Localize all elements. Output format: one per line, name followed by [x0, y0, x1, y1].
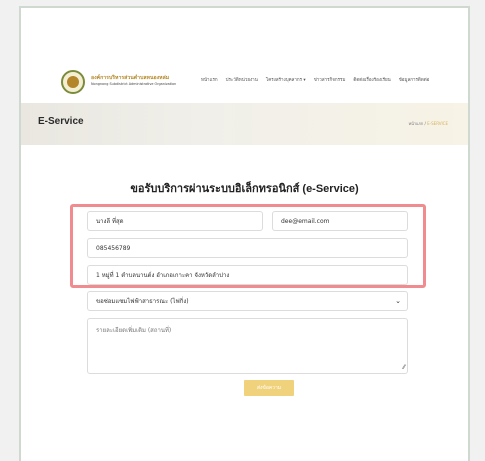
service-select[interactable]: ขอซ่อมแซมไฟฟ้าสาธารณะ (ไฟกิ่ง) ⌄: [87, 291, 408, 311]
nav-item-history[interactable]: ประวัติหน่วยงาน: [226, 76, 258, 83]
highlight-box: [70, 204, 426, 288]
details-placeholder: รายละเอียดเพิ่มเติม (สถานที่): [96, 327, 172, 334]
nav-item-complaint[interactable]: ติดต่อเรื่องร้องเรียน: [353, 76, 390, 83]
breadcrumb: หน้าแรก / E-SERVICE: [409, 120, 449, 127]
nav-item-structure[interactable]: โครงสร้างบุคลากร ▾: [266, 76, 306, 83]
page-frame: องค์การบริหารส่วนตำบลหนองหล่ม Nongnong S…: [19, 6, 470, 461]
nav-item-news[interactable]: ข่าวสารกิจกรรม: [314, 76, 346, 83]
org-name[interactable]: องค์การบริหารส่วนตำบลหนองหล่ม: [91, 74, 169, 82]
main-nav: หน้าแรก ประวัติหน่วยงาน โครงสร้างบุคลากร…: [201, 76, 429, 83]
service-select-value: ขอซ่อมแซมไฟฟ้าสาธารณะ (ไฟกิ่ง): [96, 298, 189, 305]
nav-item-contact[interactable]: ข้อมูลการติดต่อ: [399, 76, 430, 83]
page-title: E-Service: [38, 116, 84, 127]
chevron-down-icon: ⌄: [395, 297, 401, 305]
org-logo-icon[interactable]: [61, 70, 85, 94]
form-title: ขอรับบริการผ่านระบบอิเล็กทรอนิกส์ (e-Ser…: [130, 183, 359, 195]
nav-item-home[interactable]: หน้าแรก: [201, 76, 218, 83]
page-banner: E-Service หน้าแรก / E-SERVICE: [21, 103, 468, 145]
breadcrumb-home[interactable]: หน้าแรก: [409, 121, 424, 126]
details-textarea[interactable]: รายละเอียดเพิ่มเติม (สถานที่) ⁄⁄: [87, 318, 408, 374]
org-subtitle: Nongnong Subdistrict Administrative Orga…: [91, 82, 177, 86]
breadcrumb-current: E-SERVICE: [427, 121, 448, 126]
site-header: องค์การบริหารส่วนตำบลหนองหล่ม Nongnong S…: [21, 68, 468, 98]
resize-handle-icon[interactable]: ⁄⁄: [403, 364, 405, 371]
submit-button[interactable]: ส่งข้อความ: [244, 380, 294, 396]
